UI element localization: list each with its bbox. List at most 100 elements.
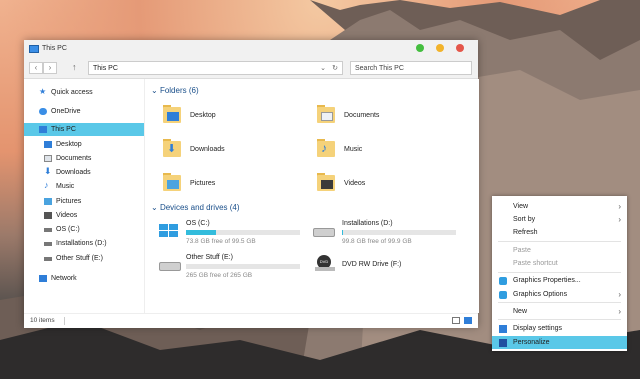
folders-group-header[interactable]: ⌄ Folders (6) <box>151 86 199 95</box>
menu-separator <box>498 302 621 303</box>
folder-icon <box>163 105 183 123</box>
sidebar-item-label: Network <box>51 275 77 282</box>
drive-dvd-f[interactable]: DVD DVD RW Drive (F:) <box>313 253 473 283</box>
chevron-right-icon: › <box>48 63 52 72</box>
menu-item-label: View <box>513 203 529 210</box>
file-explorer-window: This PC ‹ › ↑ This PC ⌄ ↻ Search This PC… <box>24 40 479 328</box>
title-bar: This PC <box>24 40 478 58</box>
chevron-left-icon: ‹ <box>34 63 38 72</box>
window-title: This PC <box>42 45 67 52</box>
documents-icon <box>44 155 52 162</box>
menu-separator <box>498 272 621 273</box>
refresh-icon[interactable]: ↻ <box>332 64 338 72</box>
sidebar-item-quick-access[interactable]: ★ Quick access <box>24 86 144 99</box>
sidebar-item-pictures[interactable]: Pictures <box>24 195 144 208</box>
menu-item-personalize[interactable]: Personalize <box>492 336 627 349</box>
drives-group-header[interactable]: ⌄ Devices and drives (4) <box>151 203 240 212</box>
folder-pictures[interactable]: Pictures <box>163 173 303 195</box>
pictures-icon <box>44 198 52 205</box>
menu-item-view[interactable]: View › <box>492 200 627 213</box>
menu-item-label: Sort by <box>513 216 536 223</box>
cloud-icon <box>39 108 47 115</box>
sidebar-item-downloads[interactable]: ⬇ Downloads <box>24 166 144 179</box>
sidebar-item-other-stuff-e[interactable]: Other Stuff (E:) <box>24 252 144 265</box>
sidebar-item-installations-d[interactable]: Installations (D:) <box>24 237 144 250</box>
sidebar-item-music[interactable]: ♪ Music <box>24 180 144 193</box>
details-view-icon[interactable] <box>452 317 460 324</box>
folder-desktop[interactable]: Desktop <box>163 105 303 127</box>
sidebar-item-label: Videos <box>56 212 78 219</box>
sidebar-item-label: Music <box>56 183 75 190</box>
menu-item-paste[interactable]: Paste <box>492 244 627 257</box>
address-bar[interactable]: This PC ⌄ ↻ <box>88 61 343 75</box>
personalize-icon <box>499 339 507 347</box>
status-bar: 10 items <box>24 313 478 328</box>
folder-downloads[interactable]: ⬇ Downloads <box>163 139 303 161</box>
close-button[interactable] <box>456 44 464 52</box>
drive-icon <box>44 257 52 261</box>
drive-usage-bar <box>186 230 300 235</box>
sidebar-item-label: OneDrive <box>51 108 81 115</box>
sidebar-item-documents[interactable]: Documents <box>24 152 144 165</box>
chevron-down-icon: ⌄ <box>151 86 158 95</box>
folder-videos[interactable]: Videos <box>317 173 457 195</box>
drive-os-c[interactable]: OS (C:) 73.8 GB free of 99.5 GB <box>159 219 309 249</box>
group-header-label: Folders (6) <box>159 86 199 95</box>
folder-music[interactable]: ♪ Music <box>317 139 457 161</box>
menu-item-label: Display settings <box>513 325 563 332</box>
menu-item-label: New <box>513 308 528 315</box>
menu-item-display-settings[interactable]: Display settings <box>492 322 627 335</box>
folder-icon: ♪ <box>317 139 337 157</box>
sidebar-item-label: OS (C:) <box>56 226 80 233</box>
sidebar-item-label: Downloads <box>56 169 91 176</box>
back-button[interactable]: ‹ <box>29 62 43 74</box>
drive-icon <box>44 228 52 232</box>
menu-item-sort-by[interactable]: Sort by › <box>492 213 627 226</box>
status-divider <box>64 317 65 325</box>
chevron-down-icon[interactable]: ⌄ <box>320 64 326 72</box>
chevron-right-icon: › <box>618 307 621 316</box>
chevron-right-icon: › <box>618 202 621 211</box>
search-placeholder: Search This PC <box>355 65 404 72</box>
item-count: 10 items <box>30 317 55 324</box>
menu-item-new[interactable]: New › <box>492 305 627 318</box>
drive-usage-fill <box>342 230 343 235</box>
address-text: This PC <box>93 65 118 72</box>
drive-icon <box>44 242 52 246</box>
minimize-button[interactable] <box>416 44 424 52</box>
sidebar-item-onedrive[interactable]: OneDrive <box>24 105 144 118</box>
search-input[interactable]: Search This PC <box>350 61 472 75</box>
sidebar-item-this-pc[interactable]: This PC <box>24 123 144 136</box>
sidebar-item-os-c[interactable]: OS (C:) <box>24 223 144 236</box>
menu-item-label: Paste shortcut <box>513 260 558 267</box>
maximize-button[interactable] <box>436 44 444 52</box>
folder-name: Videos <box>344 180 366 187</box>
videos-icon <box>44 212 52 219</box>
desktop-context-menu: View › Sort by › Refresh Paste Paste sho… <box>492 196 627 351</box>
sidebar-item-label: Pictures <box>56 198 82 205</box>
menu-item-refresh[interactable]: Refresh <box>492 226 627 239</box>
folder-icon: ⬇ <box>163 139 183 157</box>
menu-item-graphics-properties[interactable]: Graphics Properties... <box>492 274 627 287</box>
drive-free-space: 265 GB free of 265 GB <box>186 272 253 279</box>
up-button[interactable]: ↑ <box>72 62 77 72</box>
desktop-icon <box>44 141 52 148</box>
sidebar-item-videos[interactable]: Videos <box>24 209 144 222</box>
navigation-pane: ★ Quick access OneDrive This PC Desktop … <box>24 79 144 313</box>
forward-button[interactable]: › <box>43 62 57 74</box>
menu-item-graphics-options[interactable]: Graphics Options › <box>492 288 627 301</box>
display-icon <box>499 325 507 333</box>
drive-other-stuff-e[interactable]: Other Stuff (E:) 265 GB free of 265 GB <box>159 253 309 283</box>
windows-drive-icon <box>159 224 181 237</box>
sidebar-item-desktop[interactable]: Desktop <box>24 138 144 151</box>
folder-documents[interactable]: Documents <box>317 105 457 127</box>
menu-item-paste-shortcut[interactable]: Paste shortcut <box>492 257 627 270</box>
drive-installations-d[interactable]: Installations (D:) 99.8 GB free of 99.9 … <box>313 219 473 249</box>
sidebar-item-network[interactable]: Network <box>24 272 144 285</box>
arrow-up-icon: ↑ <box>72 62 77 72</box>
chevron-right-icon: › <box>618 215 621 224</box>
folder-icon <box>317 105 337 123</box>
drive-free-space: 73.8 GB free of 99.5 GB <box>186 238 256 245</box>
drive-name: Installations (D:) <box>342 220 393 227</box>
large-icons-view-icon[interactable] <box>464 317 472 324</box>
